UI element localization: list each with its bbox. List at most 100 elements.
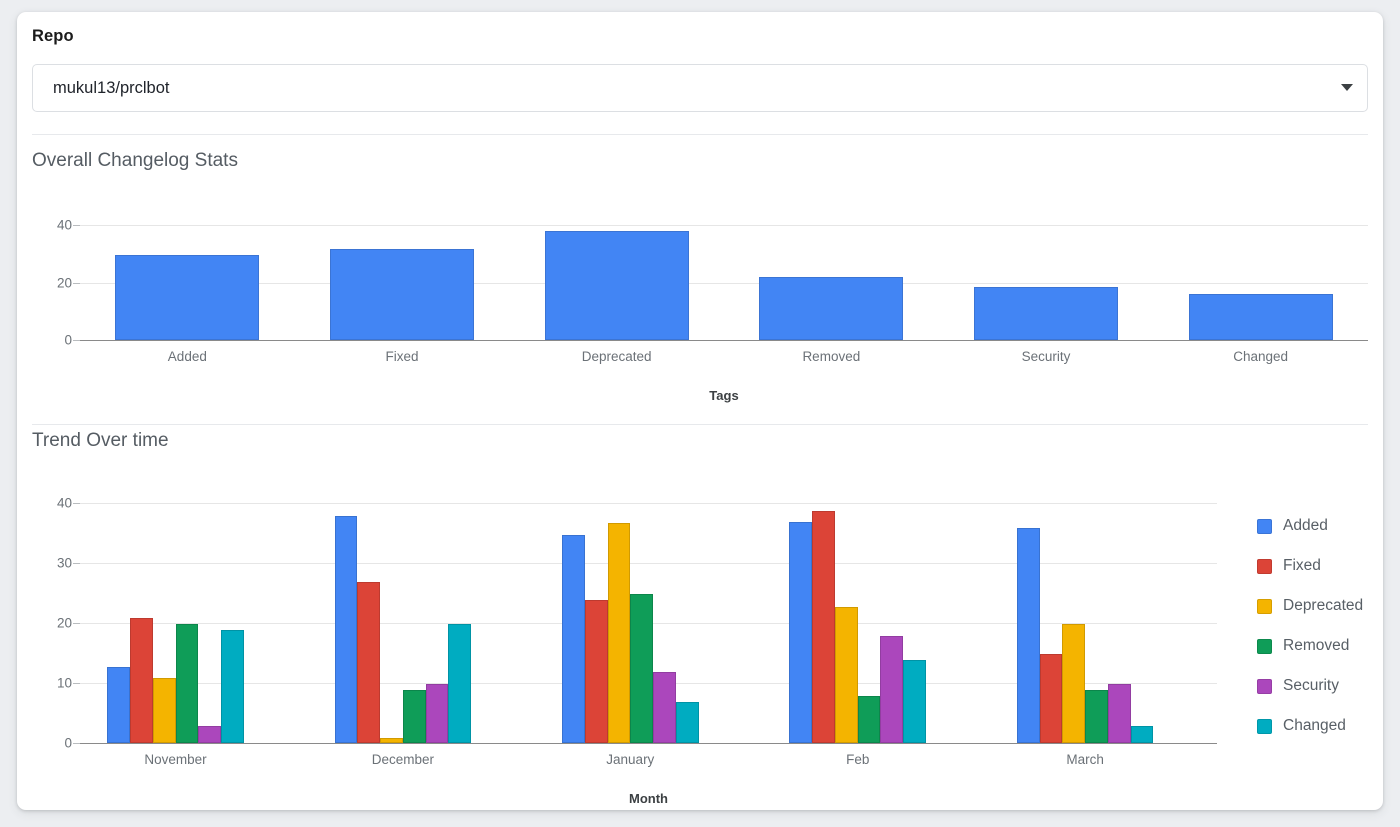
bar <box>198 726 221 743</box>
dashboard-card: Repo mukul13/prclbot Overall Changelog S… <box>17 12 1383 810</box>
legend-swatch-fixed <box>1257 558 1272 574</box>
bar <box>630 594 654 743</box>
gridline <box>80 563 1217 564</box>
legend-item[interactable]: Removed <box>1257 626 1363 666</box>
bar <box>330 249 474 340</box>
dashboard-page: Repo mukul13/prclbot Overall Changelog S… <box>0 0 1400 827</box>
legend-item[interactable]: Security <box>1257 666 1363 706</box>
bar <box>607 522 631 743</box>
legend-swatch-security <box>1257 678 1272 694</box>
x-axis-tick: January <box>606 752 655 767</box>
x-axis-tick: March <box>1066 752 1104 767</box>
legend-swatch-deprecated <box>1257 598 1272 614</box>
bar <box>220 630 244 743</box>
bar <box>115 255 260 340</box>
trend-over-time-chart: 0 10 20 30 40 November December January Feb March… <box>32 496 1217 806</box>
overall-stats-title: Overall Changelog Stats <box>32 150 238 171</box>
x-axis-tick: December <box>371 752 435 767</box>
y-axis-tick-mark <box>73 282 80 284</box>
y-axis-tick: 20 <box>56 615 72 631</box>
bar <box>380 738 403 743</box>
legend-label: Deprecated <box>1283 597 1364 614</box>
plot-area <box>80 225 1368 341</box>
y-axis-tick: 30 <box>56 555 72 571</box>
legend-label: Removed <box>1283 637 1350 654</box>
y-axis-tick-mark <box>73 743 80 744</box>
y-axis-tick: 0 <box>64 332 72 348</box>
chevron-down-icon[interactable] <box>1341 84 1353 91</box>
bar <box>334 516 358 743</box>
overall-changelog-chart: 0 20 40 Added Fixed Deprecated Removed Security… <box>32 218 1368 405</box>
bar <box>448 624 472 743</box>
legend-item[interactable]: Fixed <box>1257 546 1363 586</box>
bar <box>1188 294 1333 340</box>
y-axis-tick: 40 <box>56 217 72 233</box>
bar <box>1016 528 1040 743</box>
x-axis-tick: November <box>144 752 207 767</box>
bar <box>789 522 813 743</box>
repo-select[interactable]: mukul13/prclbot <box>32 64 1368 112</box>
y-axis-tick: 20 <box>56 275 72 290</box>
bar <box>903 660 926 743</box>
bar <box>880 636 904 743</box>
bar <box>152 678 176 743</box>
trend-over-time-title: Trend Over time <box>32 430 169 451</box>
legend-label: Changed <box>1283 717 1346 734</box>
bar <box>1039 654 1063 743</box>
y-axis-tick: 10 <box>56 675 72 691</box>
trend-legend: Added Fixed Deprecated Removed Security Chang… <box>1257 506 1363 746</box>
bar <box>562 534 585 743</box>
y-axis-tick: 0 <box>64 735 72 751</box>
y-axis-tick: 40 <box>56 495 72 511</box>
bar <box>812 510 835 743</box>
bar <box>584 600 608 743</box>
x-axis-tick: Security <box>1021 349 1071 364</box>
gridline <box>80 282 1368 284</box>
divider-middle <box>32 424 1368 425</box>
legend-item[interactable]: Changed <box>1257 706 1363 746</box>
gridline <box>80 503 1217 504</box>
x-axis-title: Month <box>629 791 668 806</box>
bar <box>1085 690 1108 743</box>
bar <box>357 582 381 743</box>
legend-label: Added <box>1283 517 1328 534</box>
x-axis-tick: Changed <box>1233 349 1289 364</box>
y-axis-tick-mark <box>73 623 80 624</box>
bar <box>1107 684 1131 743</box>
gridline <box>80 340 1368 341</box>
legend-label: Fixed <box>1283 557 1321 574</box>
x-axis-tick: Feb <box>846 752 870 767</box>
divider-top <box>32 134 1368 135</box>
bar <box>107 666 131 743</box>
repo-label: Repo <box>32 27 74 45</box>
bar <box>653 672 676 743</box>
legend-swatch-added <box>1257 518 1272 534</box>
plot-area <box>80 503 1217 744</box>
bar <box>834 606 858 743</box>
legend-item[interactable]: Added <box>1257 506 1363 546</box>
bar <box>402 690 426 743</box>
bar <box>675 702 699 743</box>
bar <box>974 286 1118 340</box>
legend-item[interactable]: Deprecated <box>1257 586 1363 626</box>
x-axis-tick: Added <box>167 349 207 364</box>
bar <box>425 684 449 743</box>
bar <box>1062 624 1086 743</box>
bar <box>857 696 881 743</box>
y-axis-tick-mark <box>73 503 80 504</box>
x-axis-title: Tags <box>709 388 739 403</box>
bar <box>759 276 904 340</box>
y-axis-tick-mark <box>73 225 80 226</box>
bar <box>544 230 689 340</box>
y-axis-tick-mark <box>73 340 80 341</box>
y-axis-tick-mark <box>73 563 80 564</box>
legend-label: Security <box>1283 677 1339 694</box>
legend-swatch-changed <box>1257 718 1272 734</box>
y-axis-tick-mark <box>73 683 80 684</box>
bar <box>130 618 153 743</box>
bar <box>1130 726 1154 743</box>
x-axis-tick: Fixed <box>385 349 419 364</box>
legend-swatch-removed <box>1257 638 1272 654</box>
x-axis-tick: Deprecated <box>581 349 652 364</box>
gridline <box>80 743 1217 744</box>
